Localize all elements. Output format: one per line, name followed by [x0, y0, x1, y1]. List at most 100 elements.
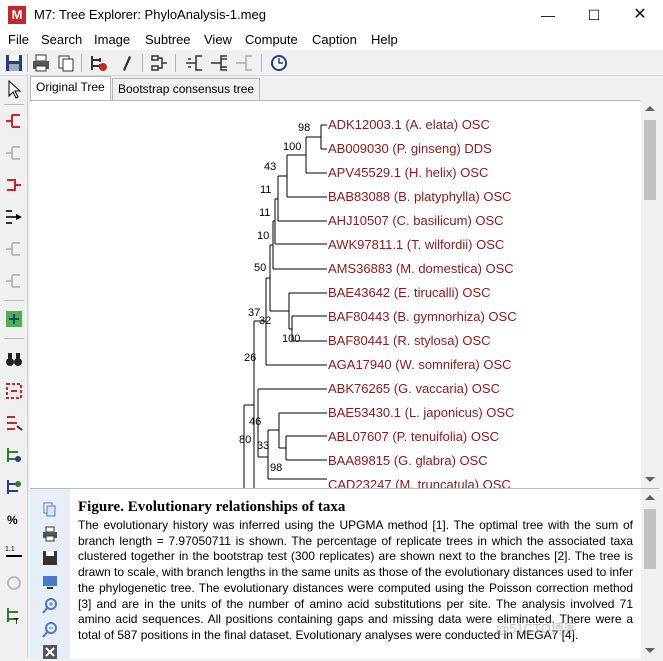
window-title: M7: Tree Explorer: PhyloAnalysis-1.meg — [34, 7, 266, 22]
scroll-thumb[interactable] — [644, 120, 656, 200]
tree-canvas[interactable]: ADK12003.1 (A. elata) OSC AB009030 (P. g… — [30, 100, 641, 488]
rotate-node-icon[interactable] — [3, 476, 25, 498]
print-caption-icon[interactable] — [41, 525, 59, 543]
mega-app-icon: M — [8, 6, 26, 24]
highlight-icon[interactable] — [3, 308, 25, 330]
bootstrap-value: 98 — [298, 122, 311, 134]
binoculars-icon[interactable] — [3, 348, 25, 370]
bootstrap-value: 50 — [254, 262, 267, 274]
tree-explorer-window: M M7: Tree Explorer: PhyloAnalysis-1.meg… — [0, 0, 663, 659]
menu-file[interactable]: File — [8, 32, 29, 47]
swap-branches-icon[interactable] — [3, 110, 25, 132]
topology-icon[interactable] — [183, 52, 205, 74]
caption-toolbar — [30, 489, 70, 659]
bootstrap-value: 43 — [264, 161, 277, 173]
tab-bootstrap-consensus[interactable]: Bootstrap consensus tree — [112, 78, 261, 100]
pointer-icon[interactable] — [3, 78, 25, 100]
taxon-label[interactable]: ABK76265 (G. vaccaria) OSC — [328, 381, 500, 396]
print-icon[interactable] — [30, 52, 52, 74]
save-icon[interactable] — [3, 52, 25, 74]
menu-subtree[interactable]: Subtree — [145, 32, 191, 47]
save-caption-icon[interactable] — [41, 549, 59, 567]
markers-icon[interactable] — [3, 412, 25, 434]
bootstrap-value: 11 — [259, 207, 271, 219]
tab-original-tree[interactable]: Original Tree — [30, 76, 111, 100]
select-taxa-icon[interactable] — [3, 380, 25, 402]
zoom-out-icon[interactable] — [41, 621, 59, 639]
scroll-up-icon[interactable] — [645, 106, 655, 111]
caption-scroll-thumb[interactable] — [644, 509, 656, 569]
caption-scrollbar[interactable] — [641, 489, 659, 659]
bootstrap-value: 80 — [239, 434, 252, 446]
tree-tabs: Original Tree Bootstrap consensus tree — [28, 76, 663, 100]
taxon-label[interactable]: AMS36883 (M. domestica) OSC — [328, 261, 514, 276]
watermark: @51CTO博客 — [496, 621, 577, 636]
bootstrap-value: 11 — [260, 184, 272, 196]
taxon-label[interactable]: AHJ10507 (C. basilicum) OSC — [328, 213, 504, 228]
taxon-label[interactable]: AWK97811.1 (T. wilfordii) OSC — [328, 237, 504, 252]
menu-caption[interactable]: Caption — [312, 32, 357, 47]
menu-compute[interactable]: Compute — [245, 32, 298, 47]
close-button[interactable]: ✕ — [617, 0, 663, 30]
display-icon[interactable] — [41, 573, 59, 591]
zoom-in-icon[interactable] — [41, 597, 59, 615]
taxon-label[interactable]: BAF80443 (B. gymnorhiza) OSC — [328, 309, 517, 324]
clock-icon[interactable] — [268, 52, 290, 74]
copy-icon[interactable] — [55, 52, 77, 74]
taxon-label[interactable]: ADK12003.1 (A. elata) OSC — [328, 117, 490, 132]
menu-search[interactable]: Search — [41, 32, 82, 47]
close-caption-icon[interactable] — [41, 643, 59, 661]
bootstrap-value: 32 — [259, 315, 272, 327]
tree-options-icon[interactable] — [88, 52, 110, 74]
taxon-label[interactable]: BAF80441 (R. stylosa) OSC — [328, 333, 491, 348]
svg-text:%: % — [7, 513, 18, 527]
taxon-label[interactable]: BAA89815 (G. glabra) OSC — [328, 453, 488, 468]
taxon-label[interactable]: ABL07607 (P. tenuifolia) OSC — [328, 429, 499, 444]
subtree-icon[interactable] — [148, 52, 170, 74]
menu-image[interactable]: Image — [94, 32, 130, 47]
svg-text:1.1: 1.1 — [5, 546, 15, 553]
menu-help[interactable]: Help — [371, 32, 398, 47]
tree-scrollbar[interactable] — [641, 100, 659, 488]
title-bar: M M7: Tree Explorer: PhyloAnalysis-1.meg… — [0, 0, 663, 30]
topology-alt-icon[interactable] — [208, 52, 230, 74]
taxon-label[interactable]: AB009030 (P. ginseng) DDS — [328, 141, 492, 156]
caption-scroll-up-icon[interactable] — [645, 495, 655, 500]
caption-title: Figure. Evolutionary relationships of ta… — [78, 499, 346, 515]
cluster-icon[interactable] — [3, 444, 25, 466]
topology-disabled-icon — [236, 55, 252, 71]
pen-icon[interactable] — [115, 52, 137, 74]
flip-subtree-icon — [6, 146, 20, 160]
timetree-icon[interactable]: T — [3, 604, 25, 626]
bootstrap-value: 100 — [283, 141, 302, 153]
bootstrap-value: 26 — [244, 352, 257, 364]
copy-caption-icon[interactable] — [41, 501, 59, 519]
menu-bar: File Search Image Subtree View Compute C… — [0, 30, 663, 50]
bootstrap-value: 46 — [249, 416, 262, 428]
taxon-label[interactable]: BAB83088 (B. platyphylla) OSC — [328, 189, 512, 204]
taxon-label[interactable]: BAE53430.1 (L. japonicus) OSC — [328, 405, 514, 420]
percent-icon[interactable]: % — [3, 508, 25, 530]
disabled-tool-icon — [7, 576, 21, 590]
svg-text:T: T — [14, 617, 19, 626]
compress-icon[interactable] — [3, 206, 25, 228]
scroll-down-icon[interactable] — [645, 477, 655, 482]
bootstrap-value: 100 — [282, 333, 301, 345]
bootstrap-value: 98 — [270, 462, 283, 474]
taxon-label[interactable]: BAE43642 (E. tirucalli) OSC — [328, 285, 491, 300]
taxon-label[interactable]: CAD23247 (M. truncatula) OSC — [328, 477, 511, 488]
taxon-label[interactable]: APV45529.1 (H. helix) OSC — [328, 165, 488, 180]
maximize-button[interactable]: ☐ — [571, 0, 617, 30]
node-edit-icon — [6, 274, 20, 288]
taxon-label[interactable]: AGA17940 (W. somnifera) OSC — [328, 357, 512, 372]
main-toolbar — [0, 50, 663, 76]
menu-view[interactable]: View — [204, 32, 232, 47]
minimize-button[interactable]: — — [525, 0, 571, 30]
scale-bar-icon[interactable]: 1.1 — [3, 540, 25, 562]
bootstrap-value: 10 — [257, 230, 270, 242]
left-toolbar: % 1.1 T — [0, 76, 28, 658]
root-icon[interactable] — [3, 174, 25, 196]
caption-scroll-down-icon[interactable] — [645, 648, 655, 653]
node-disabled-icon — [6, 242, 20, 256]
bootstrap-value: 33 — [257, 440, 270, 452]
